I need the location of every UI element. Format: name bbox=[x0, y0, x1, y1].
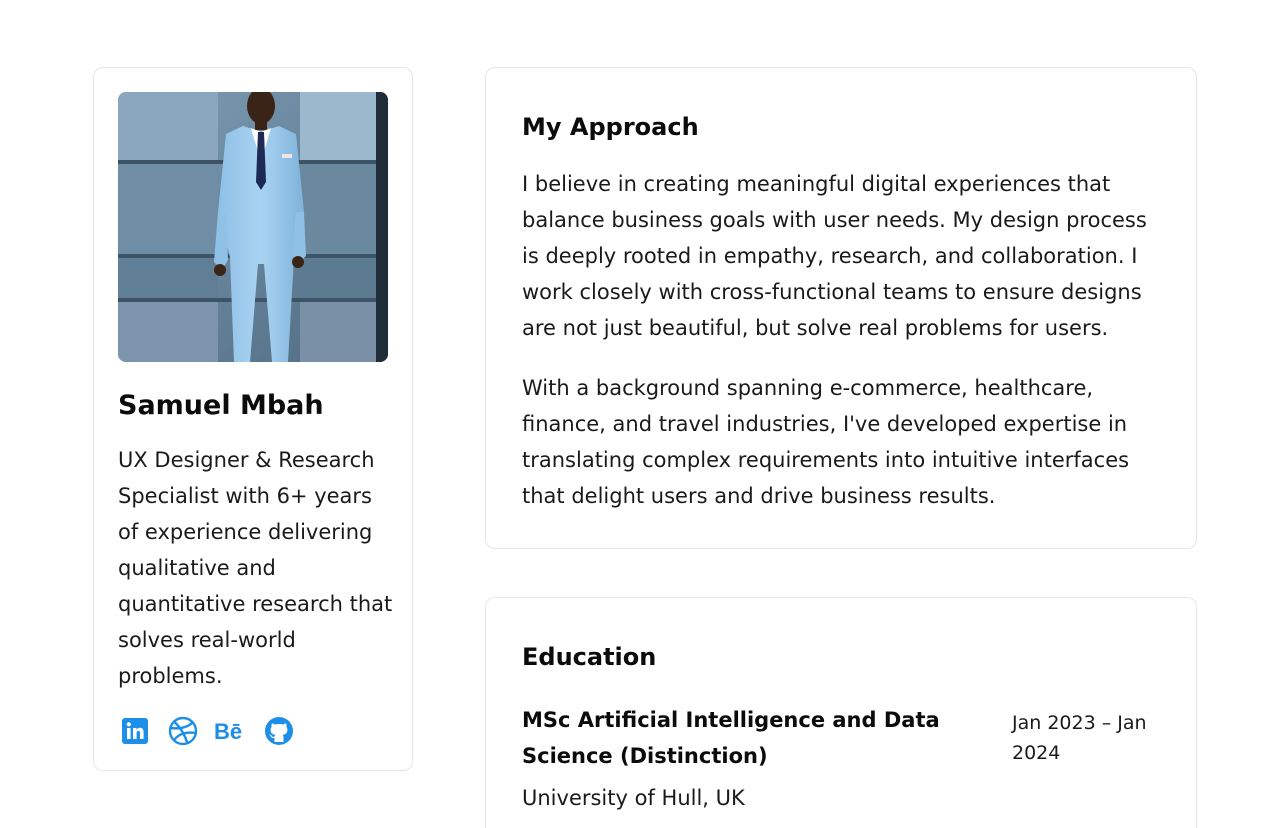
profile-bio: UX Designer & Research Specialist with 6… bbox=[118, 448, 393, 688]
svg-text:Bē: Bē bbox=[214, 719, 242, 744]
approach-heading: My Approach bbox=[522, 113, 699, 141]
linkedin-icon bbox=[122, 718, 148, 744]
profile-name: Samuel Mbah bbox=[118, 390, 324, 421]
education-school: University of Hull, UK bbox=[522, 786, 745, 810]
linkedin-link[interactable] bbox=[118, 714, 152, 748]
education-dates: Jan 2023 – Jan 2024 bbox=[1012, 712, 1147, 764]
education-card: Education MSc Artificial Intelligence an… bbox=[485, 597, 1197, 828]
dribbble-link[interactable] bbox=[166, 714, 200, 748]
about-page: Samuel Mbah UX Designer & Research Speci… bbox=[0, 0, 1279, 828]
dribbble-icon bbox=[168, 716, 198, 746]
behance-icon: Bē bbox=[214, 719, 242, 744]
education-heading: Education bbox=[522, 643, 657, 671]
profile-card: Samuel Mbah UX Designer & Research Speci… bbox=[93, 67, 413, 771]
approach-card: My Approach I believe in creating meanin… bbox=[485, 67, 1197, 549]
behance-link[interactable]: Bē bbox=[214, 714, 248, 748]
approach-paragraph: I believe in creating meaningful digital… bbox=[522, 172, 1147, 340]
education-degree: MSc Artificial Intelligence and Data Sci… bbox=[522, 708, 940, 768]
github-icon bbox=[265, 717, 293, 745]
approach-paragraph: With a background spanning e-commerce, h… bbox=[522, 376, 1130, 508]
social-links: Bē bbox=[118, 714, 296, 748]
github-link[interactable] bbox=[262, 714, 296, 748]
profile-photo bbox=[118, 92, 388, 362]
